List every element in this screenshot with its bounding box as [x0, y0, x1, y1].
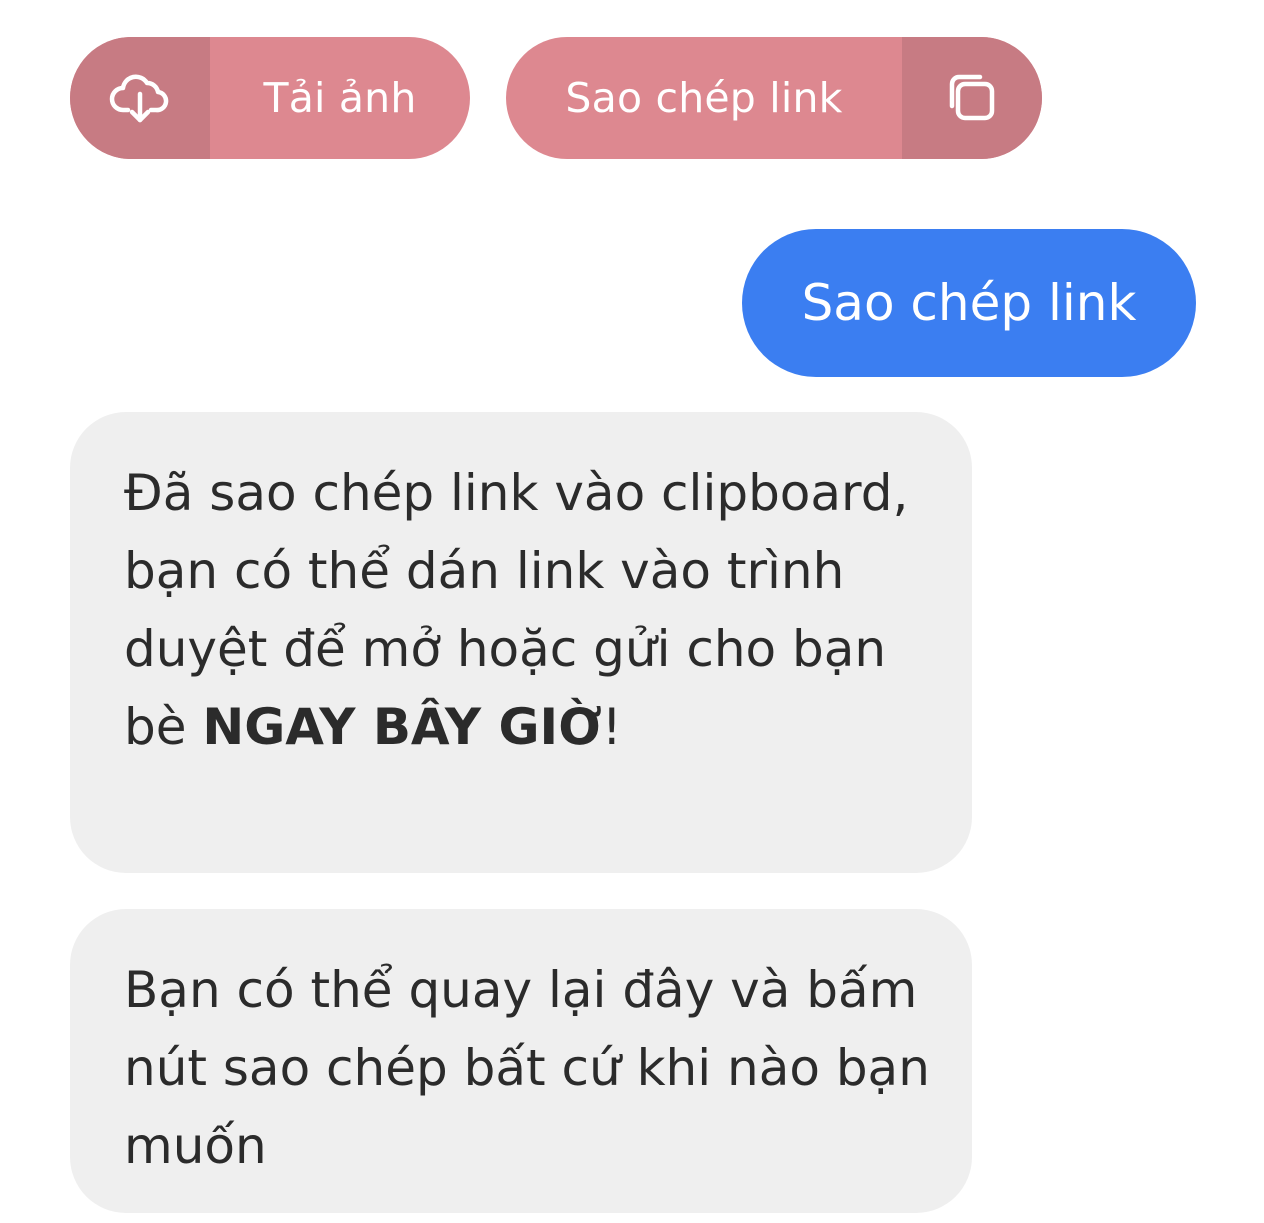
copy-icon	[949, 74, 995, 121]
user-message-bubble: Sao chép link	[742, 229, 1196, 377]
bot-message-suffix: !	[601, 698, 622, 756]
bot-message-text: Bạn có thể quay lại đây và bấm nút sao c…	[124, 961, 930, 1175]
copy-link-button[interactable]: Sao chép link	[506, 37, 1042, 159]
copy-icon-segment[interactable]	[902, 37, 1042, 159]
user-message-text: Sao chép link	[801, 274, 1137, 332]
download-button-label: Tải ảnh	[263, 74, 417, 122]
bot-message-emphasis: NGAY BÂY GIỜ	[202, 698, 602, 756]
bot-message-bubble: Đã sao chép link vào clipboard, bạn có t…	[70, 412, 972, 873]
download-image-button[interactable]: Tải ảnh	[70, 37, 470, 159]
download-icon-segment[interactable]	[70, 37, 210, 159]
bot-message-bubble: Bạn có thể quay lại đây và bấm nút sao c…	[70, 909, 972, 1213]
copy-button-label: Sao chép link	[565, 74, 843, 122]
cloud-download-icon	[109, 74, 169, 123]
